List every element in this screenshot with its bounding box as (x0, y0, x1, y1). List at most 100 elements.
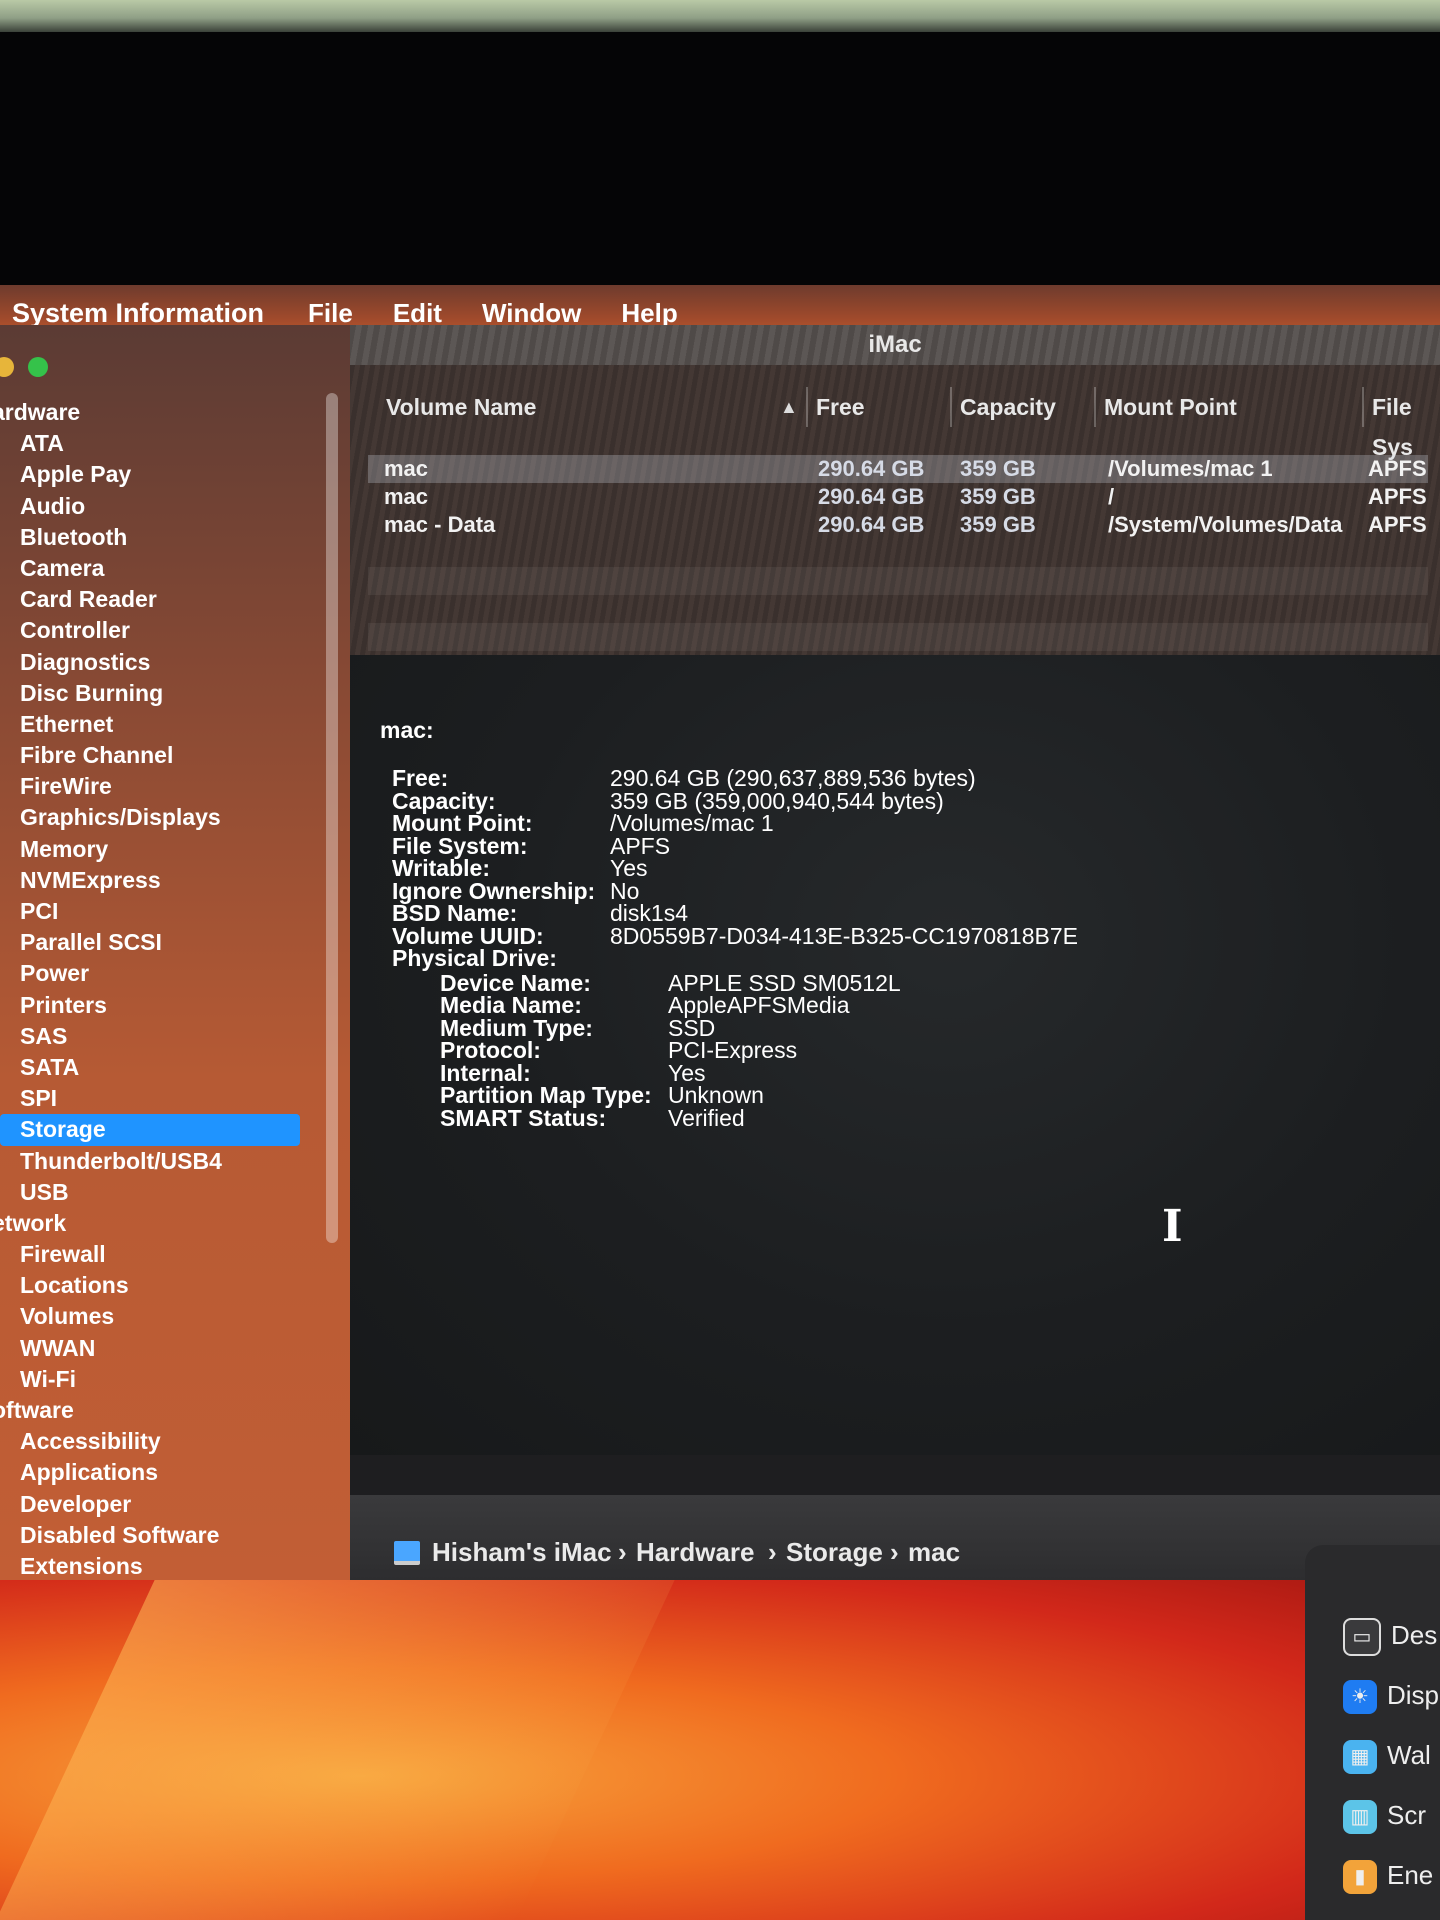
menu-app-name[interactable]: System Information (12, 298, 264, 329)
menu-file[interactable]: File (308, 298, 353, 329)
system-information-window: ardware ATA Apple Pay Audio Bluetooth Camera C… (0, 325, 1440, 1580)
pref-item-wallpaper[interactable]: ▦ Wal (1343, 1735, 1431, 1775)
menu-edit[interactable]: Edit (393, 298, 442, 329)
screensaver-icon: ▥ (1343, 1800, 1377, 1835)
sidebar-item-fibre-channel[interactable]: Fibre Channel (0, 740, 330, 771)
path-separator: › (768, 1537, 777, 1567)
sidebar-item-extensions[interactable]: Extensions (0, 1551, 330, 1580)
column-capacity[interactable]: Capacity (950, 387, 1056, 427)
volume-mount: /Volumes/mac 1 (1108, 456, 1273, 481)
sidebar-scrollbar[interactable] (326, 393, 338, 1243)
sidebar-item-pci[interactable]: PCI (0, 896, 330, 927)
sidebar-item-sata[interactable]: SATA (0, 1052, 330, 1083)
sidebar-item-storage[interactable]: Storage (0, 1114, 300, 1146)
sidebar-item-wwan[interactable]: WWAN (0, 1333, 330, 1364)
sidebar-item-ethernet[interactable]: Ethernet (0, 709, 330, 740)
empty-row (368, 567, 1428, 595)
sidebar-item-camera[interactable]: Camera (0, 553, 330, 584)
path-separator: › (618, 1537, 627, 1567)
sidebar-item-card-reader[interactable]: Card Reader (0, 584, 330, 615)
sidebar-item-volumes[interactable]: Volumes (0, 1301, 330, 1332)
minimize-button[interactable] (0, 357, 14, 377)
volume-free: 290.64 GB (818, 456, 925, 481)
sidebar-item-memory[interactable]: Memory (0, 834, 330, 865)
sidebar-item-spi[interactable]: SPI (0, 1083, 330, 1114)
volume-row[interactable]: mac - Data 290.64 GB 359 GB /System/Volu… (368, 511, 1428, 539)
sidebar-item-diagnostics[interactable]: Diagnostics (0, 647, 330, 678)
pref-item-label: Disp (1387, 1680, 1440, 1710)
pref-item-displays[interactable]: ☀ Disp (1343, 1675, 1439, 1715)
volume-capacity: 359 GB (960, 484, 1036, 509)
sidebar-item-locations[interactable]: Locations (0, 1270, 330, 1301)
sidebar-group-header[interactable]: ardware (0, 397, 330, 428)
sidebar-item-ata[interactable]: ATA (0, 428, 330, 459)
sidebar-item-power[interactable]: Power (0, 958, 330, 989)
imac-icon (394, 1541, 420, 1565)
sidebar-item-disabled-software[interactable]: Disabled Software (0, 1520, 330, 1551)
physical-drive-value: Verified (668, 1104, 745, 1131)
column-free[interactable]: Free (806, 387, 865, 427)
sidebar-item-controller[interactable]: Controller (0, 615, 330, 646)
sidebar-item-firewall[interactable]: Firewall (0, 1239, 330, 1270)
physical-drive-label: SMART Status: (440, 1104, 607, 1131)
sidebar-item-sas[interactable]: SAS (0, 1021, 330, 1052)
volume-mount: /System/Volumes/Data (1108, 512, 1343, 537)
pref-item-label: Scr (1387, 1800, 1426, 1830)
column-mount-point[interactable]: Mount Point (1094, 387, 1237, 427)
window-controls (0, 357, 48, 377)
system-settings-window-edge: ▭ Des ☀ Disp ▦ Wal ▥ Scr ▮ Ene (1305, 1545, 1440, 1920)
display-icon: ☀ (1343, 1680, 1377, 1715)
wallpaper-icon: ▦ (1343, 1740, 1377, 1775)
physical-drive-row: SMART Status: Verified (440, 1105, 1340, 1132)
column-volume-name[interactable]: Volume Name (386, 387, 536, 427)
sidebar-item-usb[interactable]: USB (0, 1177, 330, 1208)
path-item-storage[interactable]: Storage (786, 1537, 883, 1567)
volume-name: mac (384, 484, 429, 509)
sidebar-item-applications[interactable]: Applications (0, 1457, 330, 1488)
window-title: iMac (350, 325, 1440, 365)
sidebar-list: ardware ATA Apple Pay Audio Bluetooth Camera C… (0, 397, 330, 1580)
volume-row[interactable]: mac 290.64 GB 359 GB /Volumes/mac 1 APFS (368, 455, 1428, 483)
sidebar: ardware ATA Apple Pay Audio Bluetooth Camera C… (0, 325, 350, 1580)
sidebar-group-header[interactable]: oftware (0, 1395, 330, 1426)
path-item-computer[interactable]: Hisham's iMac (432, 1537, 612, 1567)
monitor-bezel (0, 32, 1440, 292)
energy-icon: ▮ (1343, 1860, 1377, 1895)
pref-item-label: Ene (1387, 1860, 1434, 1890)
volume-free: 290.64 GB (818, 484, 925, 509)
sidebar-item-accessibility[interactable]: Accessibility (0, 1426, 330, 1457)
sidebar-item-bluetooth[interactable]: Bluetooth (0, 522, 330, 553)
sidebar-group-header[interactable]: etwork (0, 1208, 330, 1239)
pref-item-label: Des (1391, 1620, 1438, 1650)
zoom-button[interactable] (28, 357, 48, 377)
sidebar-item-apple-pay[interactable]: Apple Pay (0, 459, 330, 490)
sort-ascending-icon[interactable]: ▲ (780, 387, 798, 427)
sidebar-item-audio[interactable]: Audio (0, 491, 330, 522)
detail-title: mac: (380, 717, 434, 743)
empty-row (368, 623, 1428, 651)
sidebar-item-firewire[interactable]: FireWire (0, 771, 330, 802)
detail-pane: mac: Free: 290.64 GB (290,637,889,536 byt… (350, 655, 1440, 1455)
sidebar-item-nvmexpress[interactable]: NVMExpress (0, 865, 330, 896)
sidebar-item-thunderbolt-usb4[interactable]: Thunderbolt/USB4 (0, 1146, 330, 1177)
column-file-system[interactable]: File Sys (1362, 387, 1440, 460)
menu-help[interactable]: Help (621, 298, 677, 329)
sidebar-item-graphics-displays[interactable]: Graphics/Displays (0, 802, 330, 833)
volume-free: 290.64 GB (818, 512, 925, 537)
sidebar-item-wi-fi[interactable]: Wi-Fi (0, 1364, 330, 1395)
sidebar-item-parallel-scsi[interactable]: Parallel SCSI (0, 927, 330, 958)
menu-window[interactable]: Window (482, 298, 581, 329)
path-item-mac[interactable]: mac (908, 1537, 960, 1567)
volume-capacity: 359 GB (960, 512, 1036, 537)
pref-item-screensaver[interactable]: ▥ Scr (1343, 1795, 1426, 1835)
sidebar-item-developer[interactable]: Developer (0, 1489, 330, 1520)
volume-row[interactable]: mac 290.64 GB 359 GB / APFS (368, 483, 1428, 511)
pref-item-desktop[interactable]: ▭ Des (1343, 1615, 1438, 1657)
path-item-hardware[interactable]: Hardware (636, 1537, 755, 1567)
volume-mount: / (1108, 484, 1115, 509)
sidebar-item-printers[interactable]: Printers (0, 990, 330, 1021)
sidebar-item-disc-burning[interactable]: Disc Burning (0, 678, 330, 709)
volume-fs: APFS (1368, 484, 1427, 509)
volume-fs: APFS (1368, 512, 1427, 537)
pref-item-energy[interactable]: ▮ Ene (1343, 1855, 1433, 1895)
